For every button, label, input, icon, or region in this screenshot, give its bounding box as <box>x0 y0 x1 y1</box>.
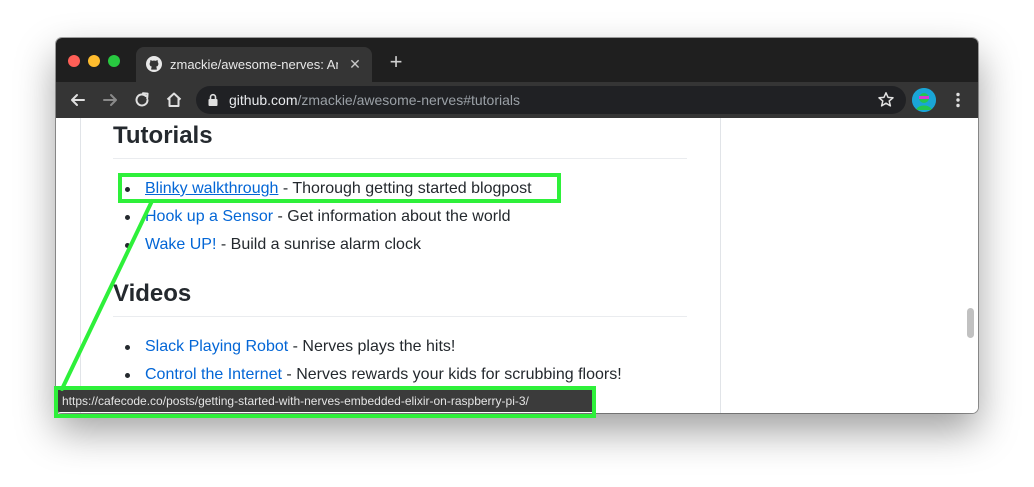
connector-line <box>60 199 154 391</box>
